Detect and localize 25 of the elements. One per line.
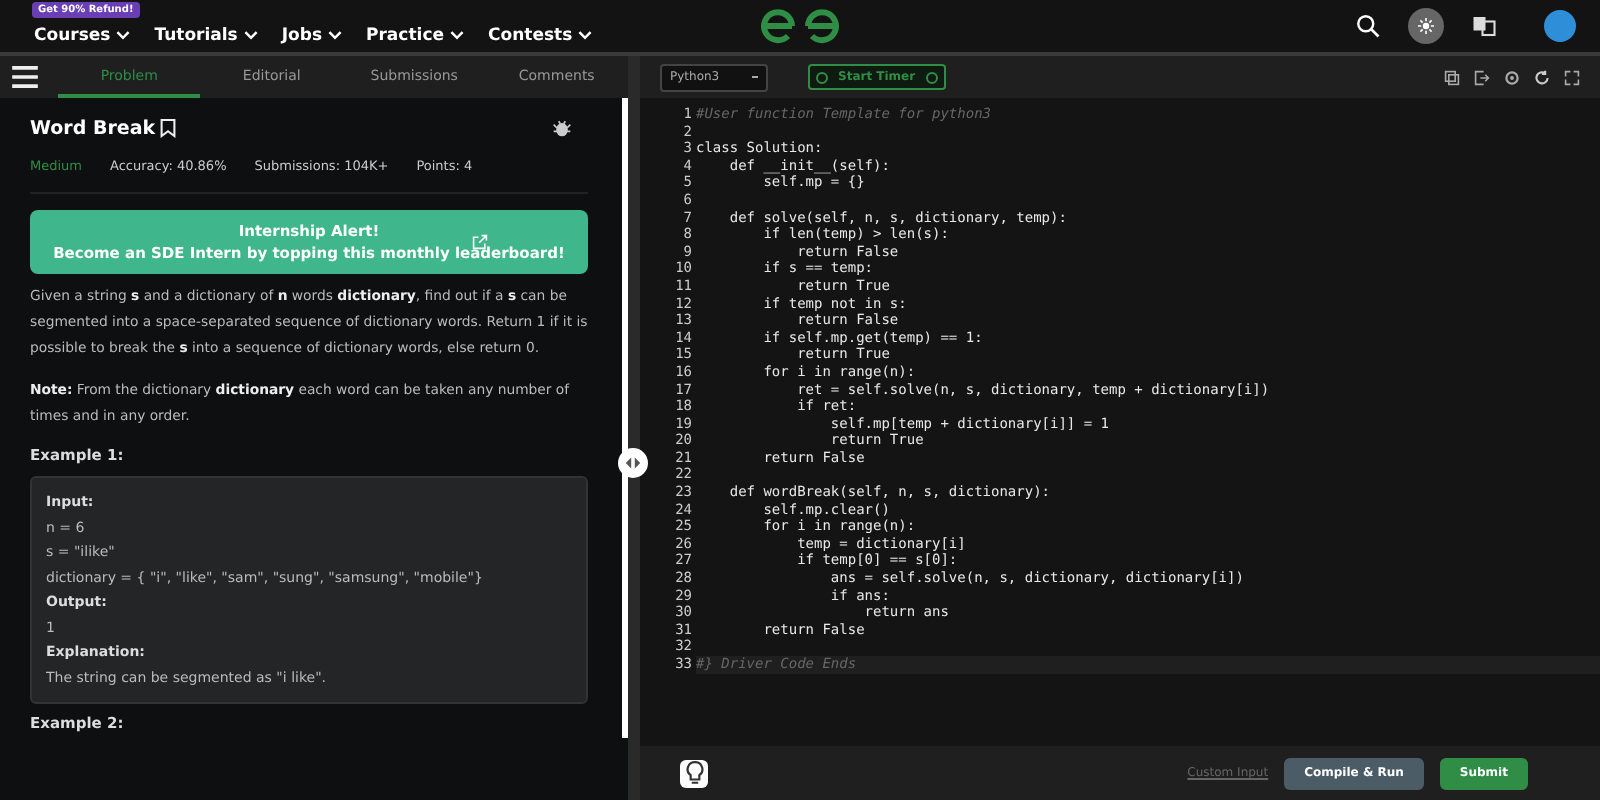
nav-menu[interactable]: Courses (34, 25, 131, 45)
reset-icon[interactable] (1534, 69, 1550, 85)
external-link-icon (472, 234, 488, 250)
chevron-icon (116, 30, 131, 40)
search-icon[interactable] (1356, 14, 1380, 38)
chevron-icon (578, 30, 593, 40)
logo-icon[interactable] (760, 6, 840, 46)
menu-icon[interactable] (12, 66, 38, 88)
export-icon[interactable] (1474, 69, 1490, 85)
problem-title: Word Break (30, 117, 156, 139)
avatar[interactable] (1544, 10, 1576, 42)
settings-icon[interactable] (1504, 69, 1520, 85)
lightbulb-icon[interactable] (680, 759, 708, 787)
theme-toggle-icon[interactable] (1408, 8, 1444, 44)
bookmark-icon[interactable] (159, 118, 176, 138)
nav-menu[interactable]: Practice (366, 25, 464, 45)
fullscreen-icon[interactable] (1564, 69, 1580, 85)
chevron-icon (243, 30, 258, 40)
nav-menu[interactable]: Contests (488, 25, 593, 45)
chevron-icon (328, 30, 343, 40)
chevron-icon (450, 30, 464, 40)
bug-icon[interactable] (552, 118, 572, 138)
nav-menu[interactable]: Jobs (281, 25, 343, 45)
copy-icon[interactable] (1444, 69, 1460, 85)
nav-menu[interactable]: Tutorials (154, 25, 258, 45)
